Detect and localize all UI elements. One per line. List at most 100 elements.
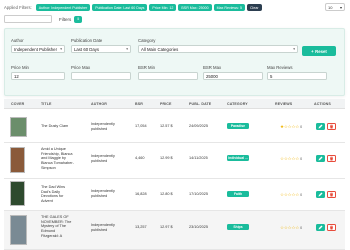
- category-badge: Faith: [227, 191, 249, 197]
- col-reviews[interactable]: REVIEWS: [275, 102, 292, 106]
- per-page-value: 10: [328, 4, 333, 10]
- max-reviews-label: Max Reviews: [267, 65, 293, 70]
- title-cell[interactable]: Amid a Unique Friendship, Bianca and Mag…: [41, 147, 74, 171]
- price-cell: 12.97 $: [160, 225, 173, 229]
- chevron-down-icon: ▾: [293, 47, 295, 51]
- title-line: THE GALES OF: [41, 215, 69, 219]
- rating-stars: ★☆☆☆☆0: [280, 123, 302, 129]
- table-row: THE GALES OF NOVEMBER: The Mystery of Th…: [4, 211, 345, 250]
- price-cell: 12.80 $: [160, 192, 173, 196]
- search-input[interactable]: [4, 15, 52, 23]
- filter-chip-author[interactable]: Author: Independent Publisher: [35, 4, 91, 11]
- edit-button[interactable]: [316, 224, 325, 231]
- review-count: 0: [300, 124, 302, 129]
- max-reviews-input[interactable]: 5: [267, 72, 327, 80]
- book-cover[interactable]: [10, 147, 25, 173]
- rating-stars: ☆☆☆☆☆0: [280, 155, 302, 161]
- table-row: Amid a Unique Friendship, Bianca and Mag…: [4, 143, 345, 179]
- clear-filters-button[interactable]: Clear: [246, 4, 262, 11]
- col-bsr[interactable]: BSR: [135, 102, 143, 106]
- author-select[interactable]: Independent Publisher ▾: [11, 45, 65, 53]
- price-max-input[interactable]: [71, 72, 131, 80]
- price-min-input[interactable]: 12: [11, 72, 65, 80]
- delete-button[interactable]: [327, 191, 336, 198]
- pubdate-select[interactable]: Last 60 Days ▾: [71, 45, 131, 53]
- category-badge: Individual ...: [227, 155, 249, 161]
- author-value: Independent Publisher: [14, 46, 58, 52]
- filter-chip-bsr-max[interactable]: BSR Max: 25000: [178, 4, 212, 11]
- delete-button[interactable]: [327, 155, 336, 162]
- title-line: The Dusty Clam: [41, 124, 69, 128]
- book-cover[interactable]: [10, 117, 27, 137]
- author-line: published: [91, 193, 108, 198]
- title-line: Advent: [41, 199, 53, 204]
- delete-button[interactable]: [327, 123, 336, 130]
- bsr-max-input[interactable]: 25000: [203, 72, 263, 80]
- book-cover[interactable]: [10, 215, 27, 245]
- filter-panel: Author Independent Publisher ▾ Publicati…: [4, 28, 345, 96]
- date-cell: 24/09/2025: [189, 124, 209, 128]
- price-cell: 12.99 $: [160, 156, 173, 160]
- price-max-label: Price Max: [71, 65, 91, 70]
- date-cell: 14/11/2025: [189, 156, 208, 160]
- per-page-select[interactable]: 10 ▾: [325, 3, 345, 11]
- col-cover: COVER: [11, 102, 25, 106]
- bsr-cell: 16,828: [135, 192, 147, 196]
- edit-button[interactable]: [316, 155, 325, 162]
- filter-chip-price-min[interactable]: Price Min: 12: [149, 4, 177, 11]
- edit-button[interactable]: [316, 123, 325, 130]
- bsr-max-label: BSR Max: [203, 65, 222, 70]
- filter-chip-max-reviews[interactable]: Max Reviews: 5: [213, 4, 245, 11]
- search-row: Filters 5: [4, 15, 83, 23]
- pencil-icon: [318, 124, 323, 129]
- col-title[interactable]: TITLE: [41, 102, 51, 106]
- filter-chip-pubdate[interactable]: Publication Date: Last 60 Days: [92, 4, 148, 11]
- title-cell[interactable]: The Dad Wins Dad's Daily Devotions for A…: [41, 185, 65, 204]
- category-badge: Paradise: [227, 123, 249, 129]
- author-cell: Independently published: [91, 189, 115, 198]
- title-cell[interactable]: The Dusty Clam: [41, 124, 68, 129]
- author-line: published: [91, 126, 108, 131]
- edit-button[interactable]: [316, 191, 325, 198]
- col-author[interactable]: AUTHOR: [91, 102, 107, 106]
- reset-button[interactable]: + Reset: [302, 46, 336, 56]
- trash-icon: [330, 124, 333, 129]
- pencil-icon: [318, 156, 323, 161]
- col-actions: ACTIONS: [314, 102, 331, 106]
- title-cell[interactable]: THE GALES OF NOVEMBER: The Mystery of Th…: [41, 215, 71, 239]
- author-line: Independently: [91, 122, 115, 126]
- author-cell: Independently published: [91, 122, 115, 131]
- date-cell: 17/10/2025: [189, 192, 209, 196]
- bsr-cell: 13,257: [135, 225, 147, 229]
- reset-label: Reset: [315, 48, 327, 54]
- trash-icon: [330, 225, 333, 230]
- col-category[interactable]: CATEGORY: [227, 102, 248, 106]
- title-line: Simpson: [41, 165, 56, 170]
- table-row: The Dad Wins Dad's Daily Devotions for A…: [4, 179, 345, 211]
- bsr-min-input[interactable]: [138, 72, 198, 80]
- delete-button[interactable]: [327, 224, 336, 231]
- author-cell: Independently published: [91, 154, 115, 163]
- category-badge: Ships: [227, 224, 249, 230]
- author-line: published: [91, 158, 108, 163]
- filters-toggle[interactable]: Filters: [59, 17, 71, 22]
- book-cover[interactable]: [10, 181, 25, 206]
- rating-stars: ☆☆☆☆☆0: [280, 224, 302, 230]
- col-price[interactable]: PRICE: [160, 102, 171, 106]
- author-line: published: [91, 227, 108, 232]
- pubdate-value: Last 60 Days: [74, 46, 100, 52]
- author-line: Independently: [91, 223, 115, 227]
- pencil-icon: [318, 225, 323, 230]
- table-row: The Dusty Clam Independently published 1…: [4, 109, 345, 143]
- plus-icon: +: [311, 48, 314, 54]
- category-select[interactable]: All Main Categories ▾: [138, 45, 298, 53]
- filters-count-badge: 5: [74, 15, 83, 23]
- trash-icon: [330, 192, 333, 197]
- chevron-down-icon: ▾: [60, 47, 62, 51]
- col-publ-date[interactable]: PUBL. DATE: [189, 102, 211, 106]
- bsr-cell: 17,054: [135, 124, 147, 128]
- applied-filters-label: Applied Filters:: [4, 5, 32, 10]
- title-line: Fitzgerald: A: [41, 233, 63, 238]
- chevron-down-icon: ▾: [339, 4, 342, 10]
- bsr-cell: 4,460: [135, 156, 145, 160]
